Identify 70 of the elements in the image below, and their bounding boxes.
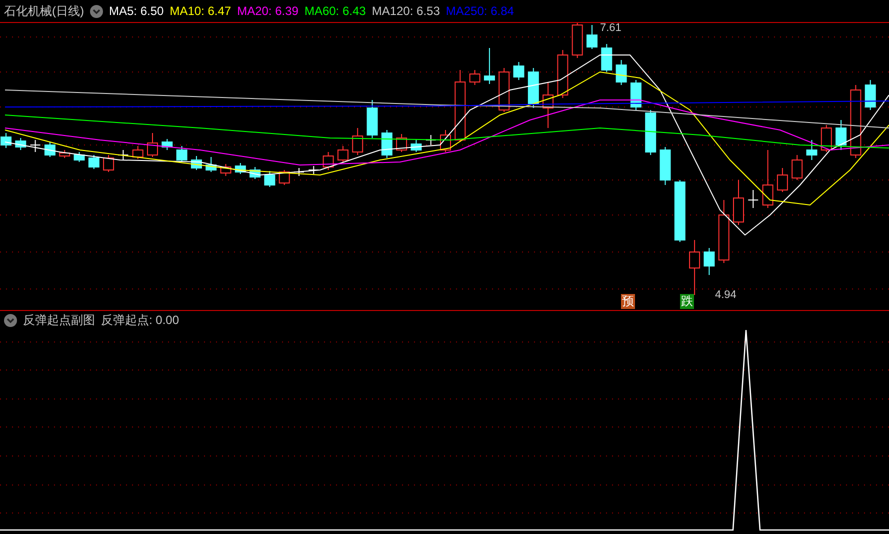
candlestick [645,110,656,156]
candlestick [776,168,788,192]
candlestick [674,180,686,242]
candlestick [630,80,642,110]
candlestick [528,68,539,108]
candlestick [762,150,774,208]
candlestick [15,138,26,150]
candlestick [337,146,348,162]
candlestick [440,130,451,152]
candlestick [806,140,818,160]
moving-average-label: MA20: 6.39 [237,4,298,18]
candlestick [366,100,378,138]
moving-average-label: MA120: 6.53 [372,4,440,18]
candlestick [689,240,700,296]
candlestick [733,180,744,226]
moving-average-label: MA10: 6.47 [170,4,232,18]
candlestick [308,166,320,174]
candlestick [162,138,173,150]
candlestick [586,24,598,50]
candlestick [176,146,188,162]
dropdown-icon[interactable] [4,314,17,327]
indicator-reading: 反弹起点: 0.00 [101,312,180,329]
candlestick [44,142,56,158]
candlestick [484,48,495,84]
candlestick [469,70,480,86]
candlestick [572,23,583,58]
candlestick [132,146,144,160]
indicator-title: 反弹起点副图 [23,312,95,329]
candlestick [820,124,832,152]
candlestick [74,152,85,162]
moving-average-label: MA250: 6.84 [446,4,514,18]
candlestick [59,150,70,158]
dropdown-icon[interactable] [90,4,103,18]
candlestick [792,154,803,180]
price-label: 4.94 [715,289,736,301]
candlestick [836,120,847,150]
candlestick [660,146,671,186]
moving-average-label: MA5: 6.50 [109,4,164,18]
candlestick [220,164,232,176]
chart-title: 石化机械(日线) [4,2,84,20]
candlestick [601,44,612,72]
candlestick [264,170,276,188]
candlestick [352,128,364,156]
candlestick [557,50,568,98]
candlestick [748,190,759,208]
candlestick [410,140,422,152]
candlestick [322,152,334,170]
signal-marker: 跌 [680,294,694,309]
candlestick [704,248,715,276]
candlestick [0,132,12,148]
candlestick [103,154,114,172]
candlestick [396,134,408,152]
candlestick [864,80,876,110]
signal-marker: 预 [621,294,635,309]
price-label: 7.61 [600,23,622,34]
candlestick [190,156,202,170]
candlestick [616,60,627,86]
candlestick [498,68,510,112]
candlestick [381,130,392,158]
candlestick [206,156,217,172]
candlestick [718,200,730,264]
moving-average-label: MA60: 6.43 [304,4,366,18]
candlestick [513,62,524,80]
candlestick [30,140,41,152]
candlestick [234,162,246,174]
candlestick [147,132,158,158]
candlestick [88,154,100,170]
candlestick [542,82,554,128]
candlestick [425,134,436,146]
candlestick [250,166,261,180]
